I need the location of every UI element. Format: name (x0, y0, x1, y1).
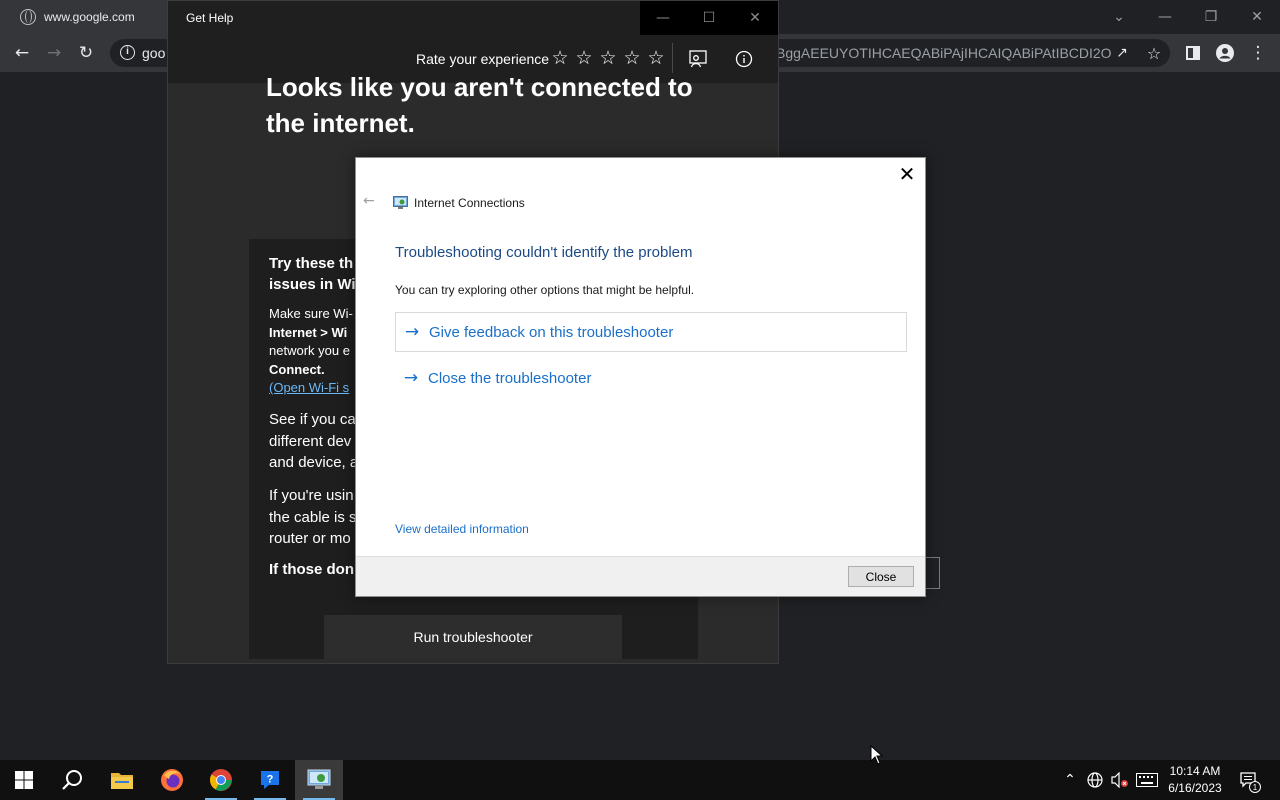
rate-experience-label: Rate your experience (416, 51, 550, 67)
back-arrow-icon[interactable]: ← (363, 193, 379, 209)
site-info-icon[interactable]: i (120, 45, 135, 60)
network-troubleshooter-icon (307, 769, 331, 789)
mouse-pointer-icon (870, 745, 884, 765)
file-explorer-button[interactable] (98, 760, 146, 800)
reload-icon[interactable]: ↻ (70, 34, 102, 72)
volume-muted-icon[interactable] (1108, 760, 1132, 800)
search-button[interactable] (48, 760, 96, 800)
get-help-title: Get Help (186, 11, 234, 25)
bookmark-star-icon[interactable]: ☆ (1138, 34, 1170, 72)
keyboard-icon[interactable] (1134, 760, 1160, 800)
browser-tab-title: www.google.com (44, 10, 135, 24)
dialog-close-icon[interactable]: ✕ (895, 162, 919, 186)
option-label: Give feedback on this troubleshooter (429, 323, 674, 341)
run-troubleshooter-button[interactable]: Run troubleshooter (324, 615, 622, 659)
get-help-heading: Looks like you aren't connected to the i… (266, 72, 693, 138)
open-wifi-settings-link[interactable]: (Open Wi-Fi s (269, 380, 349, 395)
card-strong-text: If those don (269, 561, 354, 578)
show-hidden-icons-chevron-icon[interactable]: ⌃ (1058, 760, 1082, 800)
windows-logo-icon (15, 771, 33, 789)
help-icon: ? (261, 771, 279, 789)
system-clock[interactable]: 10:14 AM 6/16/2023 (1160, 763, 1230, 797)
firefox-button[interactable] (148, 760, 196, 800)
side-panel-icon[interactable] (1177, 34, 1209, 72)
dialog-heading: Troubleshooting couldn't identify the pr… (395, 244, 693, 261)
get-help-maximize-button[interactable]: ☐ (686, 1, 732, 35)
view-detailed-information-link[interactable]: View detailed information (395, 522, 529, 536)
dialog-app-title: Internet Connections (414, 196, 525, 210)
option-label: Close the troubleshooter (428, 369, 592, 387)
star-icon[interactable]: ☆ (574, 47, 594, 69)
dialog-subtext: You can try exploring other options that… (395, 283, 695, 297)
share-icon[interactable]: ↗ (1106, 34, 1138, 72)
get-help-taskbar-button[interactable]: ? (246, 760, 294, 800)
info-icon[interactable] (732, 47, 756, 71)
browser-close-button[interactable]: ✕ (1234, 0, 1280, 34)
browser-menu-icon[interactable]: ⋮ (1242, 34, 1274, 72)
firefox-icon (161, 769, 183, 791)
forward-arrow-icon[interactable]: → (38, 34, 70, 72)
feedback-person-icon[interactable] (686, 47, 710, 71)
troubleshooter-dialog: ✕ ← Internet Connections Troubleshooting… (355, 157, 926, 597)
search-icon (62, 770, 82, 790)
tab-search-chevron-icon[interactable]: ⌄ (1096, 0, 1142, 34)
close-troubleshooter-option[interactable]: → Close the troubleshooter (395, 358, 907, 398)
notification-count-badge: 1 (1249, 781, 1261, 793)
close-button[interactable]: Close (848, 566, 914, 587)
back-arrow-icon[interactable]: ← (6, 34, 38, 72)
profile-avatar-icon[interactable] (1209, 34, 1241, 72)
address-bar-url-end: BggAEEUYOTIHCAEQABiPAjIHCAIQABiPAtIBCDI2… (776, 45, 1111, 61)
star-icon[interactable]: ☆ (550, 47, 570, 69)
folder-icon (111, 773, 133, 789)
star-icon[interactable]: ☆ (622, 47, 642, 69)
action-center-icon[interactable] (1236, 760, 1260, 800)
rating-stars: ☆ ☆ ☆ ☆ ☆ (550, 47, 666, 69)
give-feedback-option[interactable]: → Give feedback on this troubleshooter (395, 312, 907, 352)
get-help-minimize-button[interactable]: — (640, 1, 686, 35)
browser-minimize-button[interactable]: — (1142, 0, 1188, 34)
get-help-close-button[interactable]: ✕ (732, 1, 778, 35)
right-arrow-icon: → (403, 368, 419, 388)
clock-date: 6/16/2023 (1168, 781, 1222, 795)
chrome-icon (210, 769, 232, 791)
chrome-button[interactable] (197, 760, 245, 800)
svg-text:?: ? (267, 774, 274, 786)
network-troubleshooter-icon (393, 196, 408, 209)
get-help-titlebar: Get Help — ☐ ✕ (168, 1, 778, 35)
browser-restore-button[interactable]: ❐ (1188, 0, 1234, 34)
star-icon[interactable]: ☆ (646, 47, 666, 69)
clock-time: 10:14 AM (1169, 764, 1221, 778)
right-arrow-icon: → (404, 322, 420, 342)
start-button[interactable] (0, 760, 48, 800)
globe-icon (20, 9, 36, 25)
dialog-footer: Close (356, 556, 925, 596)
network-globe-icon[interactable] (1083, 760, 1107, 800)
star-icon[interactable]: ☆ (598, 47, 618, 69)
address-bar-url-start: goo (142, 45, 166, 61)
taskbar: ? ⌃ 10:14 AM 6/16/2023 1 (0, 760, 1280, 800)
troubleshooter-taskbar-button[interactable] (295, 760, 343, 800)
